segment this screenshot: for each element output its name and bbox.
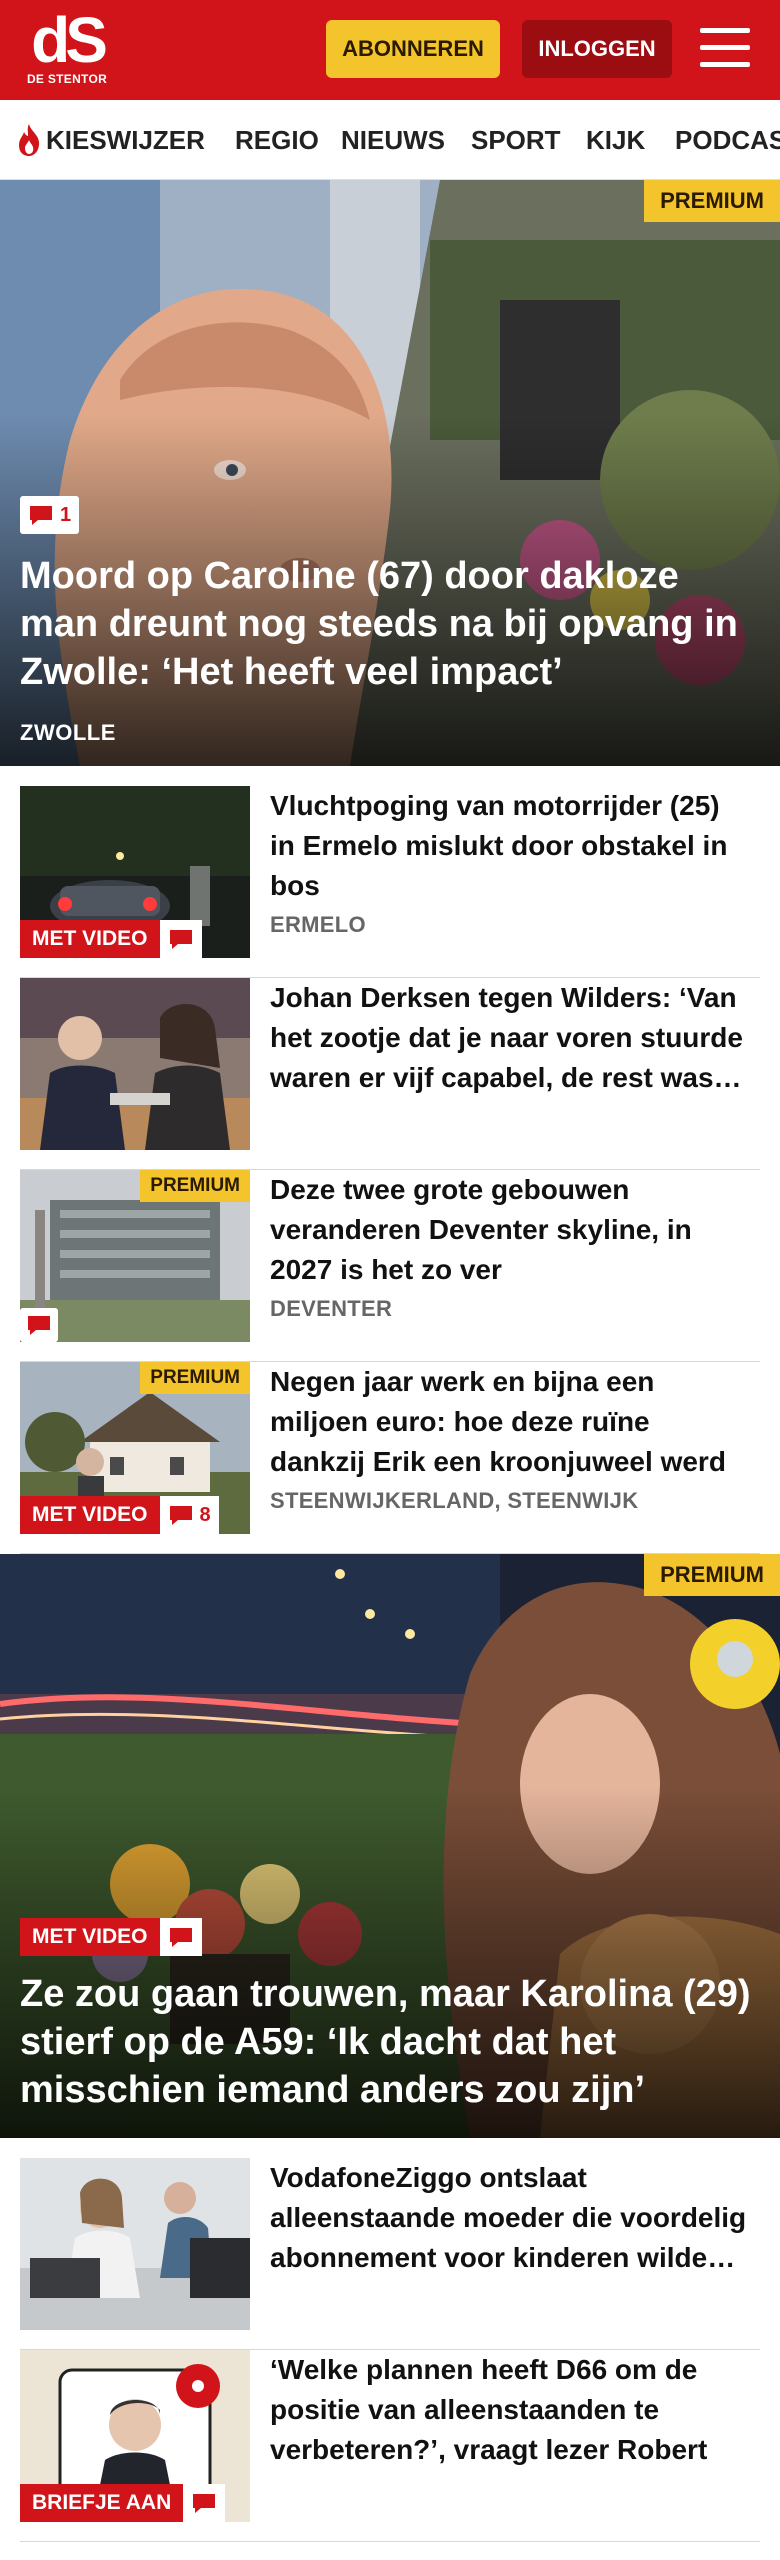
article-title[interactable]: ‘Welke plannen heeft D66 om de positie v… xyxy=(270,2350,750,2470)
premium-badge: PREMIUM xyxy=(644,1554,780,1596)
video-label: MET VIDEO xyxy=(20,1918,160,1956)
article-thumbnail: MET VIDEO xyxy=(20,786,250,958)
video-tag: MET VIDEO xyxy=(20,1918,202,1956)
comment-badge[interactable]: 8 xyxy=(159,1496,219,1534)
comment-icon xyxy=(193,2494,216,2513)
comment-badge[interactable] xyxy=(183,2484,226,2522)
nav-item-kieswijzer[interactable]: KIESWIJZER xyxy=(16,100,205,179)
article-location: STEENWIJKERLAND, STEENWIJK xyxy=(270,1488,639,1513)
flame-icon xyxy=(19,124,40,156)
top-header: dS DE STENTOR ABONNEREN INLOGGEN xyxy=(0,0,780,100)
comment-icon xyxy=(169,1928,192,1947)
comment-badge[interactable] xyxy=(159,920,202,958)
comment-badge[interactable] xyxy=(20,1308,58,1342)
comment-icon xyxy=(169,1506,192,1525)
list-item[interactable]: MET VIDEO Vluchtpoging van motorrijder (… xyxy=(20,786,760,978)
nav-item-regio[interactable]: REGIO xyxy=(235,100,319,179)
comment-count: 8 xyxy=(199,1503,211,1526)
comment-icon xyxy=(30,506,52,525)
login-button[interactable]: INLOGGEN xyxy=(522,20,672,78)
article-location: DEVENTER xyxy=(270,1296,393,1321)
list-item[interactable]: VodafoneZiggo ontslaat alleenstaande moe… xyxy=(20,2158,760,2350)
comment-count: 1 xyxy=(60,503,72,526)
briefje-label: BRIEFJE AAN xyxy=(20,2484,184,2522)
nav-item-podcast[interactable]: PODCAST xyxy=(675,100,780,179)
hero-location: ZWOLLE xyxy=(20,720,116,745)
subscribe-button[interactable]: ABONNEREN xyxy=(326,20,500,78)
briefje-tag: BRIEFJE AAN xyxy=(20,2484,226,2522)
article-thumbnail: PREMIUM xyxy=(20,1170,250,1342)
premium-badge: PREMIUM xyxy=(140,1170,250,1202)
list-item[interactable]: PREMIUM MET VIDEO 8 Negen jaar werk en b… xyxy=(20,1362,760,1554)
article-thumbnail: BRIEFJE AAN xyxy=(20,2350,250,2522)
hero-title[interactable]: Moord op Caroline (67) door dakloze man … xyxy=(20,552,760,696)
nav-item-label: KIESWIJZER xyxy=(46,124,205,155)
article-title[interactable]: Negen jaar werk en bijna een miljoen eur… xyxy=(270,1362,750,1482)
list-item[interactable]: BRIEFJE AAN ‘Welke plannen heeft D66 om … xyxy=(20,2350,760,2542)
list-item[interactable]: PREMIUM Deze twee grote gebouwen verande… xyxy=(20,1170,760,1362)
comment-icon xyxy=(169,930,192,949)
hero-title[interactable]: Ze zou gaan trouwen, maar Karolina (29) … xyxy=(20,1970,760,2114)
hero-article-1[interactable]: PREMIUM 1 Moord op Caroline (67) door da… xyxy=(0,180,780,766)
article-thumbnail xyxy=(20,978,250,1150)
article-title[interactable]: Vluchtpoging van motorrijder (25) in Erm… xyxy=(270,786,750,906)
article-title[interactable]: Johan Derksen tegen Wilders: ‘Van het zo… xyxy=(270,978,750,1098)
logo-mark: dS xyxy=(31,4,108,76)
site-logo[interactable]: dS DE STENTOR xyxy=(26,4,108,90)
video-tag: MET VIDEO 8 xyxy=(20,1496,219,1534)
video-label: MET VIDEO xyxy=(20,920,160,958)
video-label: MET VIDEO xyxy=(20,1496,160,1534)
nav-item-sport[interactable]: SPORT xyxy=(471,100,561,179)
article-title[interactable]: VodafoneZiggo ontslaat alleenstaande moe… xyxy=(270,2158,750,2278)
nav-item-kijk[interactable]: KIJK xyxy=(586,100,645,179)
logo-brand: DE STENTOR xyxy=(26,72,108,86)
list-item[interactable]: Johan Derksen tegen Wilders: ‘Van het zo… xyxy=(20,978,760,1170)
comment-icon xyxy=(28,1316,50,1335)
video-tag: MET VIDEO xyxy=(20,920,202,958)
hamburger-menu-icon[interactable] xyxy=(700,26,750,70)
article-title[interactable]: Deze twee grote gebouwen veranderen Deve… xyxy=(270,1170,750,1290)
article-thumbnail: PREMIUM MET VIDEO 8 xyxy=(20,1362,250,1534)
article-thumbnail xyxy=(20,2158,250,2330)
comment-count-badge[interactable]: 1 xyxy=(20,496,80,534)
premium-badge: PREMIUM xyxy=(140,1362,250,1394)
main-nav: KIESWIJZER REGIO NIEUWS SPORT KIJK PODCA… xyxy=(0,100,780,180)
article-location: ERMELO xyxy=(270,912,366,937)
premium-badge: PREMIUM xyxy=(644,180,780,222)
hero-article-2[interactable]: PREMIUM MET VIDEO Ze zou gaan trouwen, m… xyxy=(0,1554,780,2138)
comment-badge[interactable] xyxy=(159,1918,202,1956)
nav-item-nieuws[interactable]: NIEUWS xyxy=(341,100,445,179)
